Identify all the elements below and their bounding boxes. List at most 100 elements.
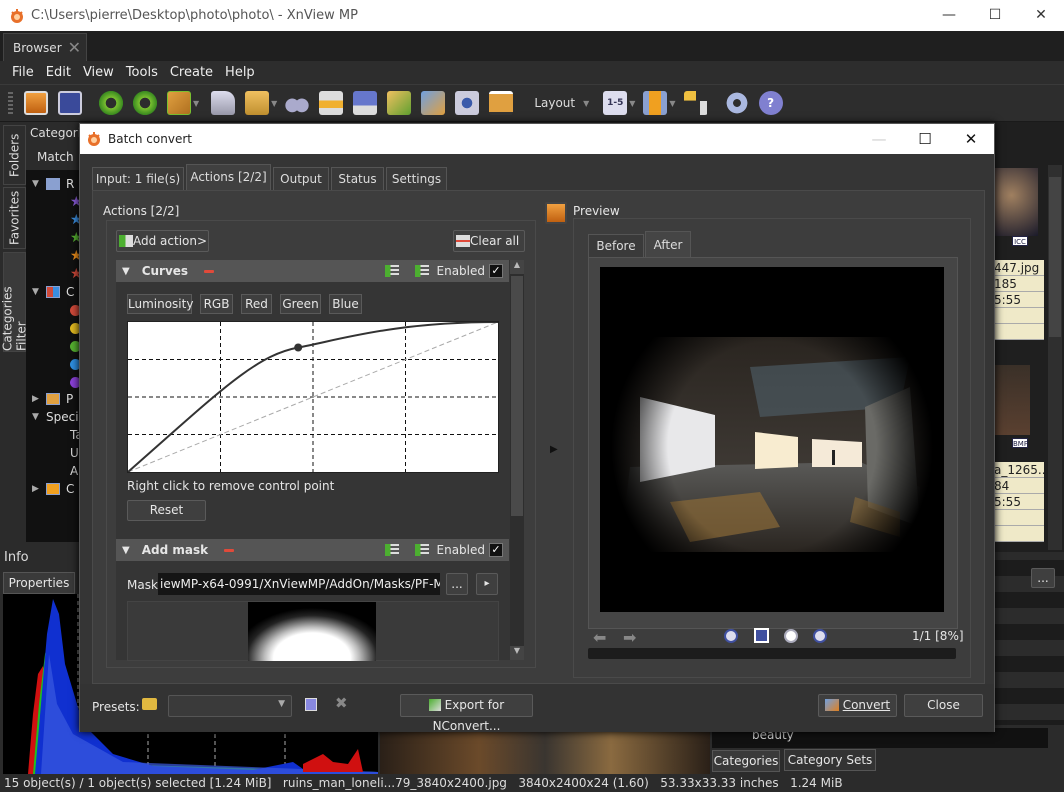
folder-tree-icon[interactable]	[683, 91, 708, 115]
remove-action-icon[interactable]	[224, 548, 235, 552]
curve-editor[interactable]	[127, 321, 499, 473]
tab-status[interactable]: Status	[331, 167, 384, 191]
tab-actions[interactable]: Actions [2/2]	[186, 164, 271, 191]
thumbnail-image[interactable]	[994, 365, 1030, 435]
tab-before[interactable]: Before	[588, 234, 644, 257]
layout-button[interactable]: Layout	[534, 96, 575, 110]
tree-item-people[interactable]: ▶ P	[32, 390, 73, 408]
curve-graph[interactable]	[127, 321, 499, 473]
rotate-right-icon[interactable]	[133, 91, 157, 115]
tab-settings[interactable]: Settings	[386, 167, 447, 191]
convert-icon[interactable]	[167, 91, 191, 115]
remove-action-icon[interactable]	[204, 269, 215, 273]
menu-create[interactable]: Create	[170, 65, 213, 80]
preview-image[interactable]	[600, 267, 944, 612]
tree-item-special[interactable]: ▼ Speci	[32, 408, 79, 426]
thumbnail-scrollbar[interactable]	[1048, 165, 1062, 550]
minimize-button[interactable]: —	[926, 0, 972, 31]
curves-section-header[interactable]: ▼ Curves Enabled ✓	[116, 260, 509, 282]
splitter-arrow-icon[interactable]: ▶	[550, 444, 558, 455]
tab-after[interactable]: After	[645, 231, 691, 257]
mask-enabled-checkbox[interactable]: ✓	[489, 543, 503, 557]
capture-icon[interactable]	[455, 91, 480, 115]
export-nconvert-button[interactable]: Export for NConvert...	[400, 694, 533, 733]
tree-item-ratings[interactable]: ▼ R	[32, 175, 74, 193]
menu-help[interactable]: Help	[225, 65, 255, 80]
next-image-icon[interactable]: ➡	[623, 628, 636, 647]
channel-luminosity-button[interactable]: Luminosity	[127, 294, 193, 314]
tab-input[interactable]: Input: 1 file(s)	[92, 167, 184, 191]
tab-output[interactable]: Output	[273, 167, 329, 191]
help-icon[interactable]: ?	[758, 91, 783, 115]
find-icon[interactable]	[285, 91, 310, 115]
preview-toggle-icon[interactable]	[545, 202, 567, 224]
rating-icon[interactable]: 1-5	[603, 91, 628, 115]
clear-all-button[interactable]: Clear all	[453, 230, 525, 252]
dialog-minimize-button[interactable]: —	[856, 124, 902, 154]
move-down-icon[interactable]	[414, 544, 429, 556]
tab-properties[interactable]: Properties	[3, 572, 75, 594]
move-up-icon[interactable]	[384, 265, 399, 277]
tree-item-categories[interactable]: ▶ C	[32, 480, 74, 498]
tree-item-colors[interactable]: ▼ C	[32, 283, 74, 301]
channel-blue-button[interactable]: Blue	[329, 294, 362, 314]
fit-to-window-icon[interactable]	[754, 628, 769, 643]
copy-dropdown-icon[interactable]: ▼	[271, 99, 277, 108]
open-preview-icon[interactable]	[24, 91, 48, 115]
dialog-maximize-button[interactable]: ☐	[902, 124, 948, 154]
tab-categories-filter[interactable]: Categories Filter	[1, 252, 29, 352]
fullscreen-icon[interactable]	[58, 91, 82, 115]
menu-view[interactable]: View	[83, 65, 114, 80]
previous-image-icon[interactable]: ⬅	[593, 628, 606, 647]
rotate-left-icon[interactable]	[99, 91, 123, 115]
bookmark-dropdown-icon[interactable]: ▼	[669, 99, 675, 108]
preset-dropdown[interactable]: ▼	[168, 695, 292, 717]
move-down-icon[interactable]	[414, 265, 429, 277]
move-up-icon[interactable]	[384, 544, 399, 556]
mask-path-input[interactable]: iewMP-x64-0991/XnViewMP/AddOn/Masks/PF-M…	[158, 573, 440, 595]
zoom-100-icon[interactable]	[784, 629, 798, 643]
actions-scrollbar[interactable]: ▲ ▼	[510, 260, 524, 660]
close-dialog-button[interactable]: Close	[904, 694, 983, 717]
menu-edit[interactable]: Edit	[46, 65, 71, 80]
zoom-out-icon[interactable]	[813, 629, 827, 643]
wallpaper-icon[interactable]	[489, 91, 514, 115]
close-button[interactable]: ✕	[1018, 0, 1064, 31]
mask-next-button[interactable]: ▸	[476, 573, 498, 595]
tab-category-sets[interactable]: Category Sets	[784, 749, 876, 771]
tab-folders[interactable]: Folders	[3, 125, 26, 185]
thumbnail-image[interactable]	[994, 168, 1038, 236]
bookmark-icon[interactable]	[643, 91, 668, 115]
menu-tools[interactable]: Tools	[126, 65, 158, 80]
category-more-button[interactable]: ...	[1031, 568, 1055, 588]
curves-enabled-checkbox[interactable]: ✓	[489, 264, 503, 278]
add-action-button[interactable]: Add action>	[116, 230, 209, 252]
reset-button[interactable]: Reset	[127, 500, 206, 521]
mask-section-header[interactable]: ▼ Add mask Enabled ✓	[116, 539, 509, 561]
tab-categories[interactable]: Categories	[712, 750, 780, 772]
info-icon[interactable]	[211, 91, 236, 115]
print-icon[interactable]	[319, 91, 344, 115]
convert-button[interactable]: Convert	[818, 694, 897, 717]
tab-browser[interactable]: Browser ✕	[3, 33, 87, 61]
tree-item-untagged[interactable]: U	[70, 444, 79, 462]
batch-icon[interactable]	[387, 91, 412, 115]
settings-icon[interactable]	[724, 91, 749, 115]
maximize-button[interactable]: ☐	[972, 0, 1018, 31]
dialog-close-button[interactable]: ✕	[948, 124, 994, 154]
collapse-icon[interactable]: ▼	[122, 545, 130, 556]
scan-icon[interactable]	[353, 91, 378, 115]
convert-dropdown-icon[interactable]: ▼	[193, 99, 199, 108]
save-preset-icon[interactable]	[305, 698, 317, 711]
slideshow-icon[interactable]	[421, 91, 446, 115]
channel-green-button[interactable]: Green	[280, 294, 321, 314]
delete-preset-icon[interactable]: ✖	[335, 694, 348, 712]
copy-to-icon[interactable]	[245, 91, 270, 115]
zoom-in-icon[interactable]	[724, 629, 738, 643]
channel-rgb-button[interactable]: RGB	[200, 294, 233, 314]
menu-file[interactable]: File	[12, 65, 34, 80]
mask-browse-button[interactable]: ...	[446, 573, 468, 595]
match-label[interactable]: Match	[37, 150, 74, 164]
curve-control-point[interactable]	[294, 343, 303, 352]
channel-red-button[interactable]: Red	[241, 294, 272, 314]
